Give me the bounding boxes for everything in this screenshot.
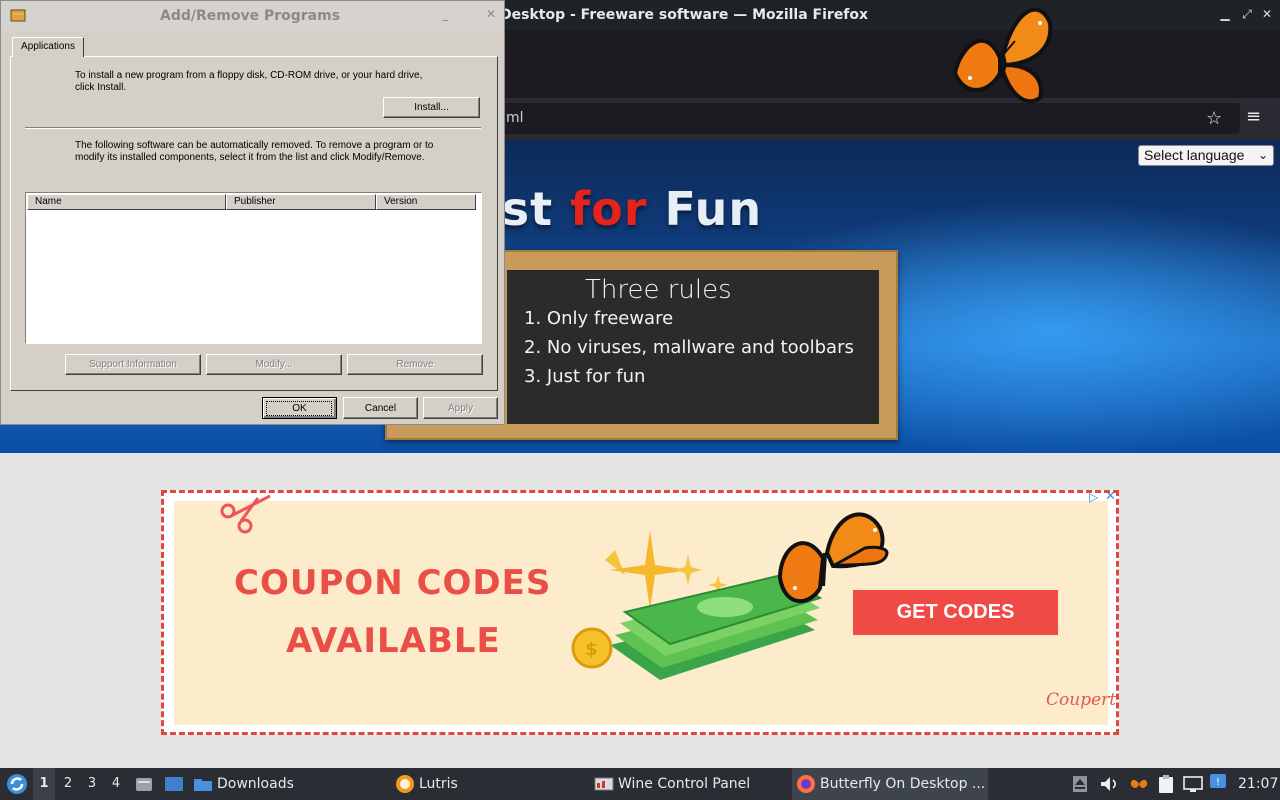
chalkboard-rule-2: 2. No viruses, mallware and toolbars <box>524 337 854 358</box>
file-manager-icon[interactable] <box>135 775 153 793</box>
task-firefox[interactable]: Butterfly On Desktop ... <box>792 768 988 800</box>
modify-button[interactable]: Modify... <box>206 354 342 375</box>
butterfly-tray-icon[interactable] <box>1129 776 1149 792</box>
ad-headline-line2: AVAILABLE <box>286 621 501 661</box>
task-lutris-label: Lutris <box>419 776 458 792</box>
remove-instructions-line2: modify its installed components, select … <box>75 152 425 163</box>
lutris-icon <box>396 775 414 793</box>
workspace-1[interactable]: 1 <box>33 768 55 800</box>
language-select-label: Select language <box>1144 147 1245 163</box>
ok-button[interactable]: OK <box>262 397 337 419</box>
network-icon[interactable] <box>1183 775 1203 793</box>
ad-close-icon[interactable]: ✕ <box>1105 489 1116 504</box>
url-bar[interactable] <box>480 103 1240 134</box>
column-header-version[interactable]: Version <box>376 194 476 210</box>
install-instructions-line1: To install a new program from a floppy d… <box>75 70 423 81</box>
start-menu-icon[interactable] <box>6 773 28 795</box>
butterfly-icon <box>777 512 889 604</box>
close-icon[interactable]: ✕ <box>486 7 496 21</box>
bookmark-star-icon[interactable]: ☆ <box>1206 108 1222 129</box>
taskbar: 1 2 3 4 Downloads Lutris Wine Control Pa… <box>0 768 1280 800</box>
task-downloads[interactable]: Downloads <box>193 768 383 800</box>
svg-text:$: $ <box>585 639 598 660</box>
dialog-titlebar[interactable]: Add/Remove Programs _ ✕ <box>1 1 504 31</box>
wine-control-panel-icon <box>594 777 614 791</box>
restore-icon[interactable]: ⤢ <box>1239 6 1255 22</box>
control-panel-icon <box>10 9 26 22</box>
desktop-icon[interactable] <box>164 775 184 793</box>
remove-instructions-line1: The following software can be automatica… <box>75 140 434 151</box>
workspace-3[interactable]: 3 <box>81 768 103 800</box>
dialog-title: Add/Remove Programs <box>160 8 341 24</box>
chevron-down-icon: ⌄ <box>1257 148 1268 162</box>
clock: 21:07 <box>1238 776 1279 792</box>
url-text[interactable]: ml <box>506 110 524 126</box>
volume-icon[interactable] <box>1099 775 1119 793</box>
cancel-button[interactable]: Cancel <box>343 397 418 419</box>
minimize-icon[interactable]: ▁ <box>1217 6 1233 22</box>
hamburger-menu-icon[interactable]: ≡ <box>1246 106 1261 127</box>
clipboard-icon[interactable] <box>1157 774 1175 794</box>
task-downloads-label: Downloads <box>217 776 294 792</box>
install-button[interactable]: Install... <box>383 97 480 118</box>
chalkboard-rule-1: 1. Only freeware <box>524 308 674 329</box>
folder-icon <box>194 779 212 791</box>
banner-title-part2: for <box>570 182 648 236</box>
add-remove-programs-dialog[interactable]: Add/Remove Programs _ ✕ Applications To … <box>0 0 505 425</box>
scissors-icon <box>220 494 271 534</box>
adchoices-icon[interactable]: ▷ <box>1089 490 1098 504</box>
firefox-icon <box>797 775 815 793</box>
workspace-2[interactable]: 2 <box>57 768 79 800</box>
chalkboard-rule-3: 3. Just for fun <box>524 366 646 387</box>
eject-icon[interactable] <box>1072 775 1088 793</box>
column-header-publisher[interactable]: Publisher <box>226 194 376 210</box>
banner-title: ust for Fun <box>468 182 762 236</box>
task-firefox-label: Butterfly On Desktop ... <box>820 776 986 792</box>
coupert-logo: Coupert <box>1046 690 1117 710</box>
installed-programs-list[interactable]: Name Publisher Version <box>25 192 482 344</box>
section-divider <box>25 127 481 129</box>
task-lutris[interactable]: Lutris <box>395 768 585 800</box>
language-select[interactable]: Select language ⌄ <box>1138 145 1274 166</box>
close-icon[interactable]: ✕ <box>1259 6 1275 22</box>
svg-text:!: ! <box>1216 777 1220 788</box>
ad-headline-line1: COUPON CODES <box>234 563 552 603</box>
support-information-button[interactable]: Support Information <box>65 354 201 375</box>
banner-title-part3: Fun <box>647 182 763 236</box>
task-wine-control-panel-label: Wine Control Panel <box>618 776 751 792</box>
tab-applications[interactable]: Applications <box>12 37 84 57</box>
apply-button[interactable]: Apply <box>423 397 498 419</box>
chalkboard-title: Three rules <box>585 275 732 305</box>
butterfly-icon <box>952 7 1053 104</box>
minimize-icon[interactable]: _ <box>442 7 448 21</box>
remove-button[interactable]: Remove <box>347 354 483 375</box>
task-wine-control-panel[interactable]: Wine Control Panel <box>594 768 788 800</box>
column-header-name[interactable]: Name <box>27 194 226 210</box>
firefox-window-title: Desktop - Freeware software — Mozilla Fi… <box>500 7 869 23</box>
update-notifier-icon[interactable]: ! <box>1209 773 1227 793</box>
install-instructions-line2: click Install. <box>75 82 127 93</box>
workspace-4[interactable]: 4 <box>105 768 127 800</box>
